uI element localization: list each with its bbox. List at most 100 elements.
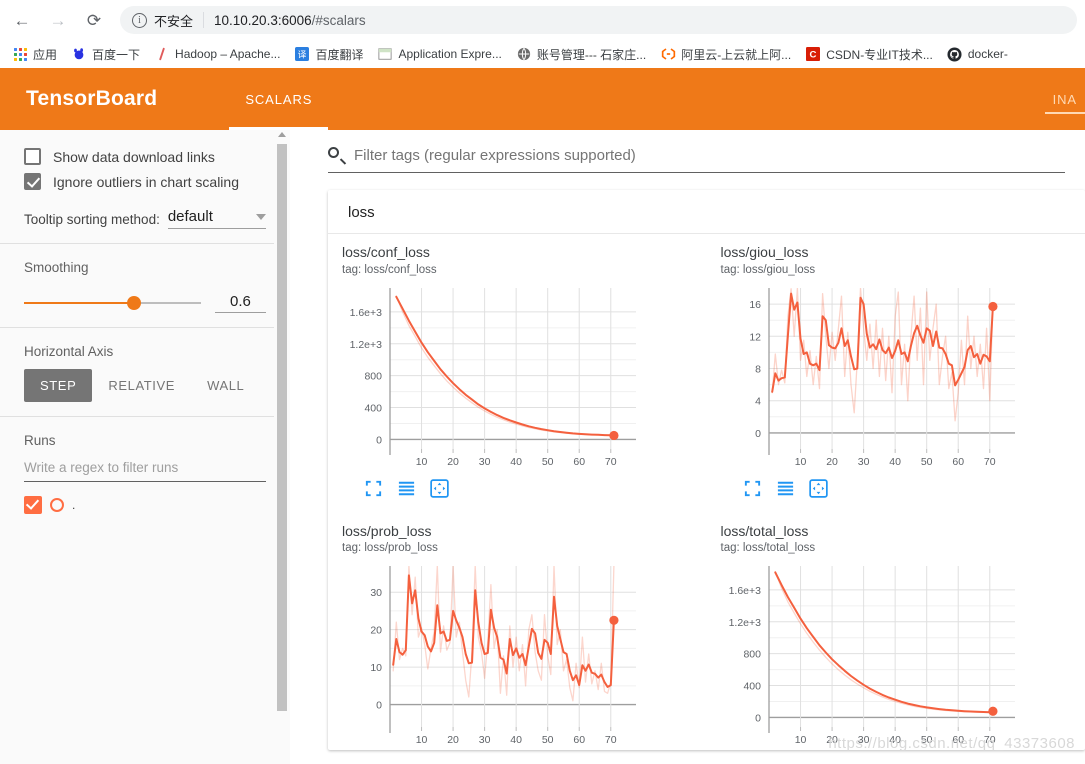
bookmark-label: Application Expre...	[398, 47, 502, 61]
browser-nav-bar: ← → ⟳ i 不安全 10.10.20.3:6006/#scalars	[0, 0, 1085, 40]
svg-text:70: 70	[983, 456, 995, 468]
chart-total_loss[interactable]: loss/total_loss tag: loss/total_loss 0 400 8…	[707, 513, 1085, 751]
url-path: /#scalars	[311, 12, 366, 28]
run-checkbox-icon[interactable]	[24, 496, 42, 514]
checkbox-unchecked-icon[interactable]	[24, 148, 41, 165]
svg-text:20: 20	[826, 456, 838, 468]
svg-text:0: 0	[376, 700, 382, 712]
reset-zoom-button[interactable]	[808, 478, 828, 503]
data-table-icon	[398, 481, 415, 495]
runs-label: Runs	[24, 433, 56, 448]
csdn-icon: C	[805, 46, 821, 62]
smoothing-label: Smoothing	[24, 260, 89, 275]
data-table-button[interactable]	[397, 479, 416, 503]
tab-scalars[interactable]: SCALARS	[229, 68, 329, 130]
bookmark-label: Hadoop – Apache...	[175, 47, 281, 61]
runs-section: Runs Write a regex to filter runs .	[0, 417, 290, 514]
chart-toolbar	[721, 475, 1072, 513]
card-title[interactable]: loss	[328, 190, 1085, 233]
bookmark-docker[interactable]: docker-	[941, 43, 1014, 65]
address-bar[interactable]: i 不安全 10.10.20.3:6006/#scalars	[120, 6, 1077, 34]
axis-option-wall[interactable]: WALL	[191, 369, 260, 402]
bookmark-label: 账号管理--- 石家庄...	[536, 47, 647, 62]
setting-label: Show data download links	[53, 148, 215, 165]
bookmark-label: 百度翻译	[315, 47, 364, 62]
bookmark-application-express[interactable]: Application Expre...	[371, 43, 507, 65]
tooltip-sorting-select[interactable]: default	[167, 208, 266, 229]
smoothing-value-input[interactable]: 0.6	[214, 293, 266, 313]
forward-icon[interactable]: →	[44, 6, 72, 34]
svg-text:30: 30	[479, 734, 491, 746]
svg-text:20: 20	[370, 625, 382, 637]
svg-text:10: 10	[416, 734, 428, 746]
bookmark-account-mgmt[interactable]: 账号管理--- 石家庄...	[510, 43, 652, 66]
bookmark-hadoop[interactable]: Hadoop – Apache...	[148, 43, 286, 65]
chart-conf_loss[interactable]: loss/conf_loss tag: loss/conf_loss 0 400 800…	[328, 234, 707, 513]
chart-giou_loss[interactable]: loss/giou_loss tag: loss/giou_loss 0 4 8 12 16…	[707, 234, 1085, 513]
bookmark-label: 百度一下	[92, 47, 141, 62]
tensorboard-logo[interactable]: TensorBoard	[26, 87, 157, 111]
tensorboard-header: TensorBoard SCALARS INA	[0, 68, 1085, 130]
svg-text:400: 400	[743, 681, 761, 693]
run-name: .	[72, 498, 76, 512]
bookmark-label: 阿里云-上云就上阿...	[681, 47, 792, 62]
window-icon	[377, 46, 393, 62]
smoothing-section: Smoothing 0.6	[0, 244, 290, 313]
tag-filter-field[interactable]: Filter tags (regular expressions support…	[328, 147, 1065, 173]
slider-knob[interactable]	[126, 296, 141, 310]
chart-title: loss/prob_loss	[342, 522, 432, 539]
svg-text:60: 60	[952, 456, 964, 468]
setting-ignore-outliers[interactable]: Ignore outliers in chart scaling	[0, 169, 290, 194]
runs-filter-input[interactable]: Write a regex to filter runs	[24, 460, 266, 482]
chart-title: loss/total_loss	[720, 522, 809, 539]
svg-text:10: 10	[370, 662, 382, 674]
tensorboard-tabs: SCALARS	[229, 68, 329, 130]
expand-button[interactable]	[364, 479, 383, 503]
chevron-down-icon	[256, 213, 266, 220]
data-table-icon	[777, 481, 793, 495]
chart-title: loss/giou_loss	[720, 244, 809, 260]
globe-icon	[516, 46, 532, 62]
bookmark-fanyi[interactable]: 译 百度翻译	[288, 43, 369, 66]
bookmark-aliyun[interactable]: 阿里云-上云就上阿...	[654, 43, 797, 66]
expand-button[interactable]	[743, 479, 762, 503]
main-panel: Filter tags (regular expressions support…	[290, 130, 1085, 764]
axis-option-relative[interactable]: RELATIVE	[92, 369, 191, 402]
svg-text:1.2e+3: 1.2e+3	[728, 617, 761, 629]
svg-text:0: 0	[376, 434, 382, 446]
bookmarks-bar: 应用 百度一下 Hadoop – Apache... 译 百度翻译 Applic…	[0, 40, 1085, 68]
horizontal-axis-section: Horizontal Axis STEP RELATIVE WALL	[0, 328, 290, 402]
security-label: 不安全	[154, 13, 194, 29]
scroll-up-arrow-icon[interactable]	[278, 132, 286, 137]
data-table-button[interactable]	[776, 479, 795, 503]
bookmark-apps[interactable]: 应用	[6, 43, 63, 66]
sidebar-scrollbar[interactable]	[274, 130, 290, 764]
svg-text:20: 20	[447, 734, 459, 746]
bookmark-baidu[interactable]: 百度一下	[65, 43, 146, 66]
svg-text:10: 10	[794, 734, 806, 746]
inactive-dropdown[interactable]: INA	[1044, 68, 1085, 130]
baidu-icon	[71, 46, 87, 62]
info-icon[interactable]: i	[132, 12, 147, 28]
chart-prob_loss[interactable]: loss/prob_loss tag: loss/prob_loss 0 10 20 30…	[328, 513, 707, 751]
svg-text:40: 40	[889, 734, 901, 746]
github-icon	[947, 46, 963, 62]
reset-zoom-button[interactable]	[430, 478, 449, 503]
checkbox-checked-icon[interactable]	[24, 173, 41, 190]
url-host: 10.10.20.3:6006	[214, 12, 312, 28]
run-list-item[interactable]: .	[24, 496, 266, 514]
svg-text:12: 12	[749, 331, 761, 343]
bookmark-csdn[interactable]: C CSDN-专业IT技术...	[799, 43, 939, 66]
axis-option-step[interactable]: STEP	[24, 369, 93, 402]
loss-card: loss loss/conf_loss tag: loss/conf_loss 0 4…	[328, 190, 1085, 750]
svg-text:50: 50	[542, 734, 554, 746]
browser-chrome: ← → ⟳ i 不安全 10.10.20.3:6006/#scalars 应用	[0, 0, 1085, 68]
back-icon[interactable]: ←	[8, 6, 36, 34]
svg-text:70: 70	[605, 456, 617, 468]
reload-icon[interactable]: ⟳	[80, 6, 108, 34]
svg-text:16: 16	[749, 299, 761, 311]
setting-show-download-links[interactable]: Show data download links	[0, 144, 290, 169]
tag-filter-row: Filter tags (regular expressions support…	[328, 130, 1085, 173]
smoothing-slider[interactable]	[24, 296, 201, 310]
scrollbar-thumb[interactable]	[277, 144, 287, 711]
